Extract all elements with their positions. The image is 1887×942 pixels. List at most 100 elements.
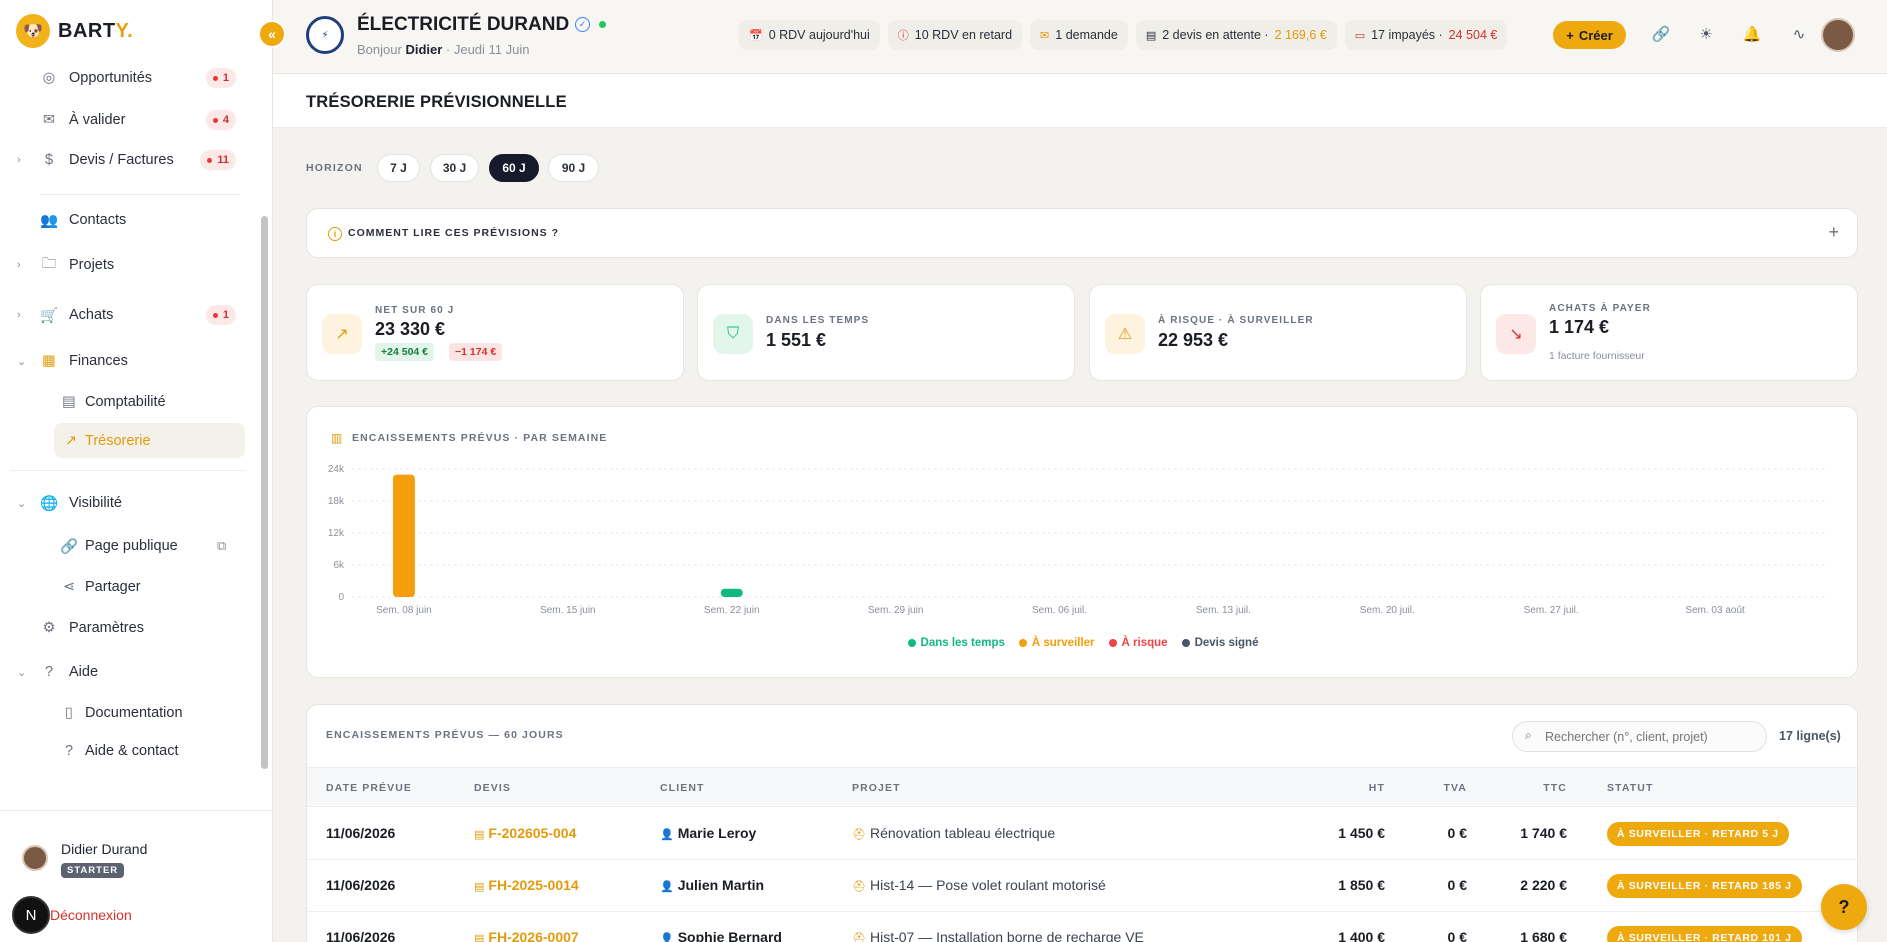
accordion-title: COMMENT LIRE CES PRÉVISIONS ? [348,227,560,239]
table-row[interactable]: 11/06/2026 ▤ F-202605-004 👤 Marie Leroy ⛑ R… [307,808,1857,860]
card-dans-les-temps: ⛉ DANS LES TEMPS 1 551 € [697,284,1075,381]
legend-item[interactable]: Dans les temps [907,637,1005,649]
legend-item[interactable]: À surveiller [1018,637,1095,649]
collapse-sidebar-button[interactable]: « [258,20,286,48]
sidebar-item-finances[interactable]: ⌄ ▦ Finances [0,342,250,380]
link-icon: 🔗 [59,538,79,555]
share-icon: ⋖ [62,579,76,595]
how-to-read-accordion[interactable]: i COMMENT LIRE CES PRÉVISIONS ? + [306,208,1858,258]
horizon-7j-button[interactable]: 7 J [377,154,420,182]
sidebar-item-projets[interactable]: › 🗀 Projets [0,246,250,284]
sidebar-item-partager[interactable]: ⋖ Partager [0,568,250,606]
globe-icon: 🌐 [39,495,59,512]
activity-icon[interactable]: ∿ [1789,24,1809,44]
bell-icon[interactable]: 🔔 [1742,24,1762,44]
dog-logo-icon: 🐶 [16,14,50,48]
sidebar-item-page-publique[interactable]: 🔗 Page publique [0,527,250,565]
document-icon: ▤ [474,829,485,841]
helmet-icon: ⛑ [852,829,866,841]
y-tick-label: 24k [328,464,345,475]
create-button[interactable]: + Créer [1553,21,1626,49]
sidebar-item-visibilite[interactable]: ⌄ 🌐 Visibilité [0,484,250,522]
trending-down-icon: ↘ [1496,314,1536,354]
avatar[interactable] [1821,18,1855,52]
plus-icon[interactable]: + [1828,222,1839,243]
sidebar-item-parametres[interactable]: ⚙ Paramètres [0,609,250,647]
pill-rdv-today[interactable]: 📅 0 RDV aujourd'hui [739,20,880,50]
pill-demande[interactable]: ✉ 1 demande [1030,20,1128,50]
page-title: TRÉSORERIE PRÉVISIONNELLE [306,93,567,111]
copy-icon[interactable]: ⧉ [217,538,226,554]
pill-rdv-late[interactable]: ⓘ 10 RDV en retard [887,20,1023,50]
count-badge: 1 [205,68,236,88]
sidebar-scrollbar[interactable] [261,216,268,769]
sidebar-item-achats[interactable]: › 🛒 Achats 1 [0,296,250,334]
user-icon: 👤 [660,881,674,893]
folder-icon: 🗀 [41,255,57,272]
brand-logo[interactable]: 🐶 BARTY. [16,14,133,48]
y-tick-label: 6k [333,560,345,571]
bar--surveiller [392,474,415,597]
verified-icon: ✓ [575,17,590,32]
user-name: Didier Durand [61,841,148,857]
encaissements-table-card: ENCAISSEMENTS PRÉVUS — 60 JOURS ⌕ 17 lig… [306,704,1858,942]
row-count: 17 ligne(s) [1779,729,1841,743]
legend-label: À surveiller [1031,637,1095,649]
legend-label: À risque [1121,637,1168,649]
sidebar-nav: ◎ Opportunités 1 ✉ À valider 4 › $ Devis… [0,60,255,780]
sidebar-item-documentation[interactable]: ▯ Documentation [0,694,250,732]
ledger-icon: ▤ [62,394,76,410]
x-tick-label: Sem. 29 juin [868,605,924,616]
legend-label: Dans les temps [920,637,1005,649]
inbox-icon: ✉ [42,112,56,128]
devis-link[interactable]: ▤ F-202605-004 [474,825,576,841]
sidebar-item-aide-contact[interactable]: ? Aide & contact [0,732,250,770]
sidebar-item-a-valider[interactable]: ✉ À valider 4 [0,101,250,139]
sun-icon[interactable]: ☀ [1696,24,1716,44]
help-circle-icon: ? [64,743,74,759]
legend-item[interactable]: Devis signé [1181,637,1258,649]
chip-positive: +24 504 € [375,343,435,361]
legend-item[interactable]: À risque [1108,637,1168,649]
sidebar-item-tresorerie[interactable]: ↗ Trésorerie [54,423,245,458]
count-badge: 1 [205,305,236,325]
cart-icon: 🛒 [39,307,59,324]
horizon-90j-button[interactable]: 90 J [548,154,599,182]
table-row[interactable]: 11/06/2026 ▤ FH-2026-0007 👤 Sophie Bernard… [307,912,1857,942]
horizon-30j-button[interactable]: 30 J [430,154,479,182]
sidebar: 🐶 BARTY. ◎ Opportunités 1 ✉ À valider 4 … [0,0,273,942]
x-tick-label: Sem. 03 août [1685,605,1745,616]
legend-dot [1108,639,1117,647]
weekly-bar-chart: 0 6k 12k 18k 24k Sem. 08 juin Sem. 15 juin Sem.… [328,464,1827,616]
n-avatar[interactable]: N [12,896,50,934]
avatar[interactable] [22,845,48,871]
chevron-right-icon: › [17,154,21,166]
invoice-icon: $ [44,152,54,168]
horizon-60j-button[interactable]: 60 J [489,154,539,182]
sidebar-item-contacts[interactable]: 👥 Contacts [0,201,250,239]
search-input[interactable] [1512,721,1767,752]
sidebar-item-opportunites[interactable]: ◎ Opportunités 1 [0,60,250,97]
status-badge: À SURVEILLER · RETARD 185 J [1607,874,1802,898]
shield-check-icon: ⛉ [713,314,753,354]
help-chat-button[interactable]: ? [1821,884,1867,930]
link-icon[interactable]: 🔗 [1651,24,1671,44]
company-logo: ⚡ [306,16,344,54]
helmet-icon: ⛑ [852,933,866,942]
target-icon: ◎ [42,70,56,86]
chevron-right-icon: › [17,259,21,271]
sidebar-item-devis-factures[interactable]: › $ Devis / Factures 11 [0,141,250,179]
table-row[interactable]: 11/06/2026 ▤ FH-2025-0014 👤 Julien Martin … [307,860,1857,912]
devis-link[interactable]: ▤ FH-2026-0007 [474,929,579,942]
pill-devis-attente[interactable]: ▤ 2 devis en attente · 2 169,6 € [1135,20,1337,50]
legend-dot [907,639,916,647]
logout-link[interactable]: Déconnexion [50,907,132,923]
chip-negative: −1 174 € [449,343,503,361]
sidebar-item-comptabilite[interactable]: ▤ Comptabilité [0,383,250,421]
pill-impayes[interactable]: ▭ 17 impayés · 24 504 € [1344,20,1508,50]
chart-legend: Dans les temps À surveiller À risque Devis … [307,637,1859,649]
y-tick-label: 12k [328,528,345,539]
chevron-right-icon: › [17,309,21,321]
devis-link[interactable]: ▤ FH-2025-0014 [474,877,579,893]
sidebar-item-aide[interactable]: ⌄ ? Aide [0,653,250,691]
